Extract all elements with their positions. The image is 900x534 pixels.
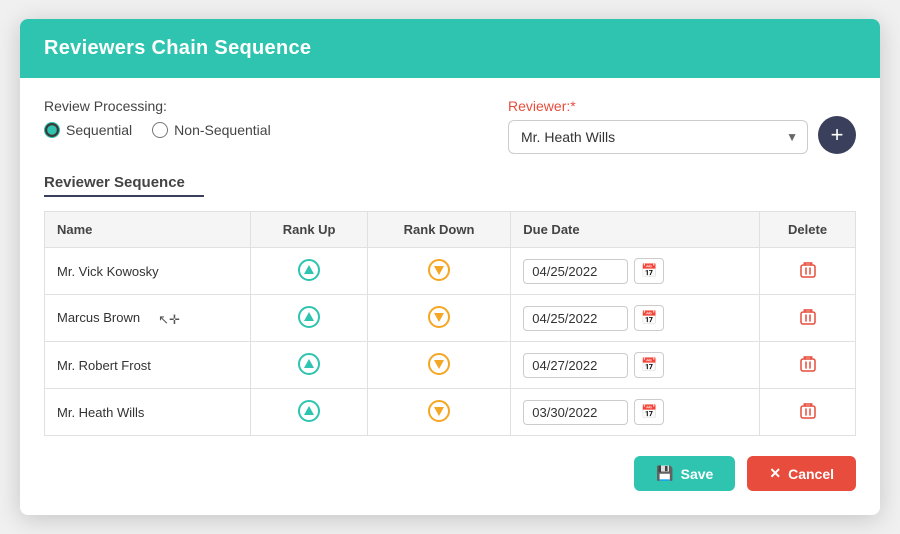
sequential-radio[interactable] — [44, 122, 60, 138]
rank-down-cell — [367, 248, 510, 295]
delete-button[interactable] — [799, 355, 817, 373]
non-sequential-option[interactable]: Non-Sequential — [152, 122, 271, 138]
rank-up-button[interactable] — [298, 353, 320, 375]
delete-button[interactable] — [799, 308, 817, 326]
rank-down-cell — [367, 295, 510, 342]
rank-up-cell — [251, 248, 367, 295]
move-cursor-icon: ↖✛ — [158, 312, 180, 328]
col-delete: Delete — [760, 212, 856, 248]
row-name: Marcus Brown↖✛ — [45, 295, 251, 342]
table-row: Mr. Heath Wills 📅 — [45, 389, 856, 436]
sequential-label: Sequential — [66, 122, 132, 138]
date-input[interactable] — [523, 400, 628, 425]
save-label: Save — [681, 466, 714, 482]
rank-up-button[interactable] — [298, 306, 320, 328]
row-name: Mr. Heath Wills — [45, 389, 251, 436]
section-divider — [44, 195, 204, 197]
save-button[interactable]: 💾 Save — [634, 456, 735, 491]
rank-up-cell — [251, 389, 367, 436]
due-date-cell: 📅 — [511, 248, 760, 295]
modal-title: Reviewers Chain Sequence — [44, 37, 856, 60]
calendar-button[interactable]: 📅 — [634, 399, 664, 425]
rank-down-button[interactable] — [428, 353, 450, 375]
non-sequential-radio[interactable] — [152, 122, 168, 138]
reviewer-sequence-section: Reviewer Sequence Name Rank Up Rank Down… — [44, 174, 856, 436]
table-row: Mr. Vick Kowosky 📅 — [45, 248, 856, 295]
rank-up-cell — [251, 295, 367, 342]
reviewer-section: Reviewer:* Mr. Heath WillsMr. Vick Kowos… — [508, 98, 856, 154]
rank-up-button[interactable] — [298, 259, 320, 281]
delete-cell — [760, 342, 856, 389]
rank-down-cell — [367, 389, 510, 436]
date-input[interactable] — [523, 306, 628, 331]
delete-cell — [760, 295, 856, 342]
calendar-button[interactable]: 📅 — [634, 352, 664, 378]
delete-cell — [760, 248, 856, 295]
cancel-label: Cancel — [788, 466, 834, 482]
modal-body: Review Processing: Sequential Non-Sequen… — [20, 78, 880, 515]
due-date-cell: 📅 — [511, 342, 760, 389]
radio-group: Sequential Non-Sequential — [44, 122, 271, 138]
rank-up-cell — [251, 342, 367, 389]
table-row: Marcus Brown↖✛ 📅 — [45, 295, 856, 342]
table-header: Name Rank Up Rank Down Due Date Delete — [45, 212, 856, 248]
rank-down-button[interactable] — [428, 306, 450, 328]
save-icon: 💾 — [656, 465, 673, 482]
reviewer-label-group: Reviewer:* Mr. Heath WillsMr. Vick Kowos… — [508, 98, 808, 154]
date-input[interactable] — [523, 259, 628, 284]
table-row: Mr. Robert Frost 📅 — [45, 342, 856, 389]
calendar-button[interactable]: 📅 — [634, 305, 664, 331]
row-name: Mr. Vick Kowosky — [45, 248, 251, 295]
col-due-date: Due Date — [511, 212, 760, 248]
calendar-button[interactable]: 📅 — [634, 258, 664, 284]
review-processing-section: Review Processing: Sequential Non-Sequen… — [44, 98, 271, 138]
cancel-button[interactable]: ✕ Cancel — [747, 456, 856, 491]
row-name: Mr. Robert Frost — [45, 342, 251, 389]
col-rank-down: Rank Down — [367, 212, 510, 248]
col-rank-up: Rank Up — [251, 212, 367, 248]
sequential-option[interactable]: Sequential — [44, 122, 132, 138]
reviewer-table: Name Rank Up Rank Down Due Date Delete M… — [44, 211, 856, 436]
rank-down-cell — [367, 342, 510, 389]
reviewer-label: Reviewer:* — [508, 98, 808, 114]
rank-down-button[interactable] — [428, 400, 450, 422]
delete-button[interactable] — [799, 261, 817, 279]
cancel-icon: ✕ — [769, 465, 781, 482]
reviewer-select-wrap: Mr. Heath WillsMr. Vick KowoskyMarcus Br… — [508, 120, 808, 154]
review-processing-label: Review Processing: — [44, 98, 271, 114]
due-date-cell: 📅 — [511, 389, 760, 436]
non-sequential-label: Non-Sequential — [174, 122, 271, 138]
reviewers-chain-modal: Reviewers Chain Sequence Review Processi… — [20, 19, 880, 515]
table-body: Mr. Vick Kowosky📅Marcus Brown↖✛📅Mr. Robe… — [45, 248, 856, 436]
col-name: Name — [45, 212, 251, 248]
modal-header: Reviewers Chain Sequence — [20, 19, 880, 78]
rank-down-button[interactable] — [428, 259, 450, 281]
delete-cell — [760, 389, 856, 436]
add-reviewer-button[interactable]: + — [818, 116, 856, 154]
delete-button[interactable] — [799, 402, 817, 420]
rank-up-button[interactable] — [298, 400, 320, 422]
due-date-cell: 📅 — [511, 295, 760, 342]
section-title: Reviewer Sequence — [44, 174, 856, 191]
footer-row: 💾 Save ✕ Cancel — [44, 456, 856, 491]
top-row: Review Processing: Sequential Non-Sequen… — [44, 98, 856, 154]
date-input[interactable] — [523, 353, 628, 378]
reviewer-select[interactable]: Mr. Heath WillsMr. Vick KowoskyMarcus Br… — [508, 120, 808, 154]
